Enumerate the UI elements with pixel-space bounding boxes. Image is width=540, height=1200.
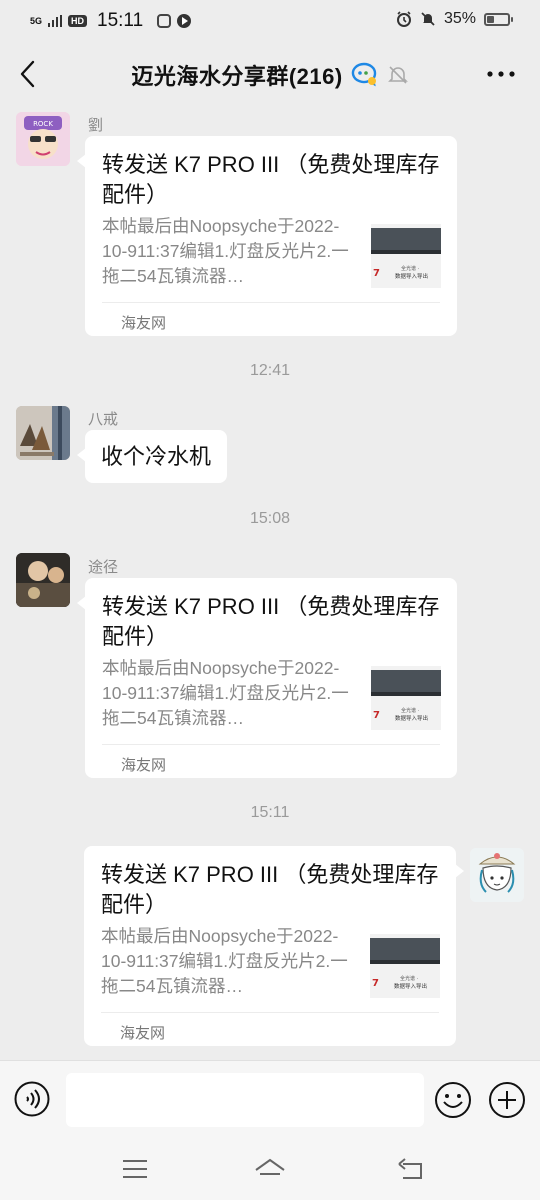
card-source: 海友网: [121, 757, 167, 774]
chat-title[interactable]: 迈光海水分享群(216): [0, 59, 540, 91]
status-time: 15:11: [97, 10, 144, 31]
thumb-caption-1: 全光谱 ·: [400, 975, 419, 982]
signal-icon: [48, 15, 63, 27]
menu-icon[interactable]: [118, 1154, 152, 1184]
avatar[interactable]: ROCK: [16, 112, 70, 166]
more-dots-icon[interactable]: [486, 64, 516, 84]
sender-name: 途径: [88, 559, 119, 576]
card-description: 本帖最后由Noopsyche于2022-10-911:37编辑1.灯盘反光片2.…: [102, 658, 349, 728]
system-nav-bar: [0, 1138, 540, 1200]
plus-icon[interactable]: [488, 1081, 526, 1119]
card-thumbnail: 7 全光谱 · 数据导入导出: [371, 224, 441, 288]
thumb-caption-2: 数据导入导出: [395, 714, 428, 722]
card-source: 海友网: [120, 1025, 166, 1042]
status-bar: 5G HD 15:11 35%: [0, 0, 540, 42]
input-bar: [0, 1060, 540, 1139]
dnd-bell-off-icon: [421, 12, 435, 26]
bell-off-icon: [387, 66, 408, 84]
hd-badge: HD: [68, 15, 88, 27]
group-name: 迈光海水分享群(216): [131, 64, 343, 89]
message-input[interactable]: [66, 1073, 424, 1127]
battery-fill: [487, 15, 494, 23]
sender-name: 八戒: [88, 411, 119, 428]
voice-icon[interactable]: [14, 1081, 50, 1117]
card-description: 本帖最后由Noopsyche于2022-10-911:37编辑1.灯盘反光片2.…: [101, 926, 348, 996]
card-divider: [101, 1012, 439, 1013]
sender-name: 劉: [88, 117, 104, 134]
card-description: 本帖最后由Noopsyche于2022-10-911:37编辑1.灯盘反光片2.…: [102, 216, 349, 286]
svg-text:7: 7: [372, 978, 379, 989]
card-title: 转发送 K7 PRO III （免费处理库存配件）: [102, 594, 440, 649]
link-card[interactable]: 转发送 K7 PRO III （免费处理库存配件） 本帖最后由Noopsyche…: [84, 846, 464, 1046]
time-label: 15:11: [250, 804, 290, 821]
card-title: 转发送 K7 PRO III （免费处理库存配件）: [102, 152, 440, 207]
svg-text:ROCK: ROCK: [33, 120, 53, 128]
avatar[interactable]: [16, 406, 70, 460]
thumb-caption-1: 全光谱 ·: [401, 265, 420, 272]
app-notification-icon: [157, 14, 172, 28]
thumb-caption-2: 数据导入导出: [394, 982, 427, 990]
link-card[interactable]: 转发送 K7 PRO III （免费处理库存配件） 本帖最后由Noopsyche…: [77, 578, 457, 778]
thumb-caption-2: 数据导入导出: [395, 272, 428, 280]
card-thumbnail: 7 全光谱 · 数据导入导出: [371, 666, 441, 730]
media-play-icon: [177, 14, 192, 28]
back-nav-icon[interactable]: [395, 1154, 429, 1184]
home-icon[interactable]: [253, 1154, 287, 1184]
alarm-icon: [396, 11, 411, 27]
battery-icon: [484, 12, 513, 26]
avatar[interactable]: [16, 553, 70, 607]
message-bubble[interactable]: 收个冷水机: [76, 430, 228, 483]
thumb-caption-1: 全光谱 ·: [401, 707, 420, 714]
svg-text:7: 7: [373, 710, 380, 721]
battery-percent: 35%: [443, 10, 476, 27]
chat-header: 迈光海水分享群(216): [0, 42, 540, 106]
chat-bubble-icon: [351, 62, 376, 87]
card-title: 转发送 K7 PRO III （免费处理库存配件）: [101, 862, 439, 917]
card-source: 海友网: [121, 315, 167, 332]
link-card[interactable]: 转发送 K7 PRO III （免费处理库存配件） 本帖最后由Noopsyche…: [77, 136, 457, 336]
time-label: 12:41: [249, 362, 291, 379]
emoji-icon[interactable]: [434, 1081, 472, 1119]
card-divider: [102, 744, 440, 745]
time-label: 15:08: [249, 510, 291, 527]
network-indicator: 5G: [30, 15, 43, 26]
svg-text:7: 7: [373, 268, 380, 279]
card-thumbnail: 7 全光谱 · 数据导入导出: [370, 934, 440, 998]
chat-message-list[interactable]: ROCK 劉 转发送 K7 PRO III （免费处理库存配件） 本帖最后由No…: [0, 106, 540, 1060]
card-divider: [102, 302, 440, 303]
avatar[interactable]: [470, 848, 524, 902]
